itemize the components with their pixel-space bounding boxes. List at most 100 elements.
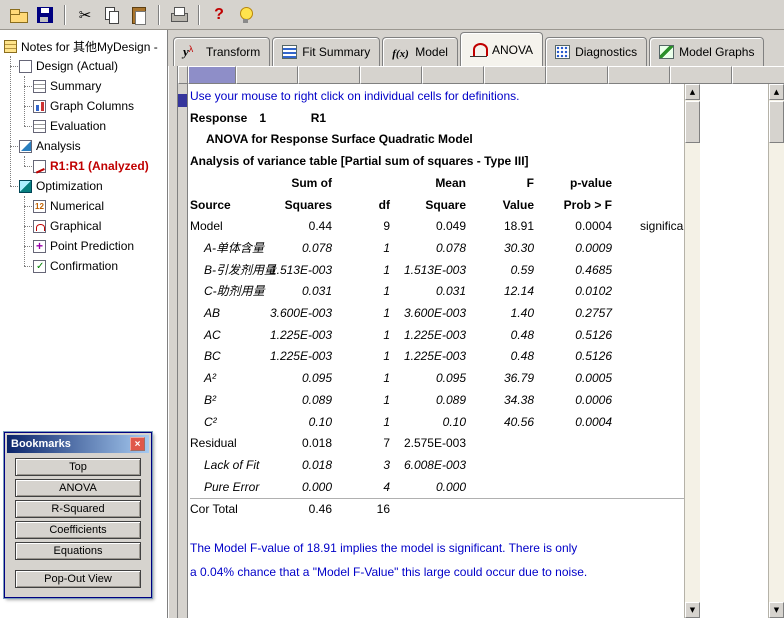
tab-fit-summary[interactable]: Fit Summary xyxy=(272,37,381,66)
tree-item-analysis[interactable]: Analysis xyxy=(0,136,167,156)
cell-f[interactable]: 0.59 xyxy=(466,260,534,282)
cell-note[interactable] xyxy=(612,433,684,455)
cell-ms[interactable]: 3.600E-003 xyxy=(390,303,466,325)
cell-source[interactable]: AC xyxy=(190,325,250,347)
cell-note[interactable] xyxy=(612,455,684,477)
tab-model[interactable]: Model xyxy=(382,37,458,66)
cell-ss[interactable]: 0.10 xyxy=(250,412,332,434)
anova-table-row[interactable]: A-单体含量 0.078 1 0.078 30.30 0.0009 xyxy=(190,238,684,260)
anova-table-row[interactable]: B-引发剂用量 1.513E-003 1 1.513E-003 0.59 0.4685 xyxy=(190,260,684,282)
anova-table-row[interactable]: Residual 0.018 7 2.575E-003 xyxy=(190,433,684,455)
cell-ms[interactable]: 2.575E-003 xyxy=(390,433,466,455)
cell-ms[interactable] xyxy=(390,498,466,522)
anova-table-row[interactable]: AC 1.225E-003 1 1.225E-003 0.48 0.5126 xyxy=(190,325,684,347)
cell-ss[interactable]: 0.095 xyxy=(250,368,332,390)
tab-anova[interactable]: ANOVA xyxy=(459,32,544,66)
cell-f[interactable] xyxy=(466,433,534,455)
cell-note[interactable] xyxy=(612,477,684,499)
tab-diagnostics[interactable]: Diagnostics xyxy=(545,37,648,66)
anova-table-row[interactable]: C-助剂用量 0.031 1 0.031 12.14 0.0102 xyxy=(190,281,684,303)
tree-item-graphical[interactable]: Graphical xyxy=(0,216,167,236)
help-icon[interactable] xyxy=(207,3,231,27)
cell-p[interactable]: 0.0004 xyxy=(534,412,612,434)
cell-ss[interactable]: 1.225E-003 xyxy=(250,346,332,368)
cell-df[interactable]: 1 xyxy=(332,238,390,260)
scrollbar-thumb[interactable] xyxy=(685,101,700,143)
tree-item-evaluation[interactable]: Evaluation xyxy=(0,116,167,136)
cut-icon[interactable] xyxy=(73,3,97,27)
cell-source[interactable]: B-引发剂用量 xyxy=(190,260,276,282)
save-icon[interactable] xyxy=(33,3,57,27)
grid-column-header[interactable] xyxy=(608,66,670,84)
open-icon[interactable] xyxy=(6,3,30,27)
cell-df[interactable]: 1 xyxy=(332,412,390,434)
cell-source[interactable]: AB xyxy=(190,303,250,325)
cell-df[interactable]: 1 xyxy=(332,346,390,368)
grid-column-header[interactable] xyxy=(298,66,360,84)
cell-df[interactable]: 1 xyxy=(332,303,390,325)
cell-ms[interactable]: 0.10 xyxy=(390,412,466,434)
cell-source[interactable]: BC xyxy=(190,346,250,368)
report-scrollbar[interactable] xyxy=(684,84,700,618)
grid-column-header[interactable] xyxy=(188,66,236,84)
cell-source[interactable]: C² xyxy=(190,412,250,434)
scroll-down-icon[interactable] xyxy=(769,602,784,618)
cell-p[interactable] xyxy=(534,455,612,477)
bookmarks-title-bar[interactable]: Bookmarks xyxy=(7,435,149,453)
cell-ss[interactable]: 0.018 xyxy=(250,433,332,455)
cell-p[interactable] xyxy=(534,433,612,455)
cell-source[interactable]: Pure Error xyxy=(190,477,259,499)
cell-ss[interactable]: 0.46 xyxy=(250,498,332,522)
grid-column-header[interactable] xyxy=(546,66,608,84)
cell-p[interactable]: 0.0005 xyxy=(534,368,612,390)
cell-f[interactable]: 12.14 xyxy=(466,281,534,303)
scroll-down-icon[interactable] xyxy=(685,602,700,618)
cell-note[interactable]: significant xyxy=(612,216,693,238)
cell-df[interactable]: 16 xyxy=(332,498,390,522)
cell-source[interactable]: Model xyxy=(190,216,250,238)
anova-table-row[interactable]: B² 0.089 1 0.089 34.38 0.0006 xyxy=(190,390,684,412)
paste-icon[interactable] xyxy=(127,3,151,27)
cell-ss[interactable]: 1.225E-003 xyxy=(250,325,332,347)
cell-ms[interactable]: 1.225E-003 xyxy=(390,325,466,347)
cell-p[interactable]: 0.0102 xyxy=(534,281,612,303)
cell-ms[interactable]: 0.078 xyxy=(390,238,466,260)
scroll-up-icon[interactable] xyxy=(769,84,784,100)
anova-table-row[interactable]: Model 0.44 9 0.049 18.91 0.0004 significant xyxy=(190,216,693,238)
cell-note[interactable] xyxy=(612,368,684,390)
cell-source[interactable]: B² xyxy=(190,390,250,412)
cell-p[interactable] xyxy=(534,498,612,522)
cell-f[interactable]: 40.56 xyxy=(466,412,534,434)
tree-item-optimization[interactable]: Optimization xyxy=(0,176,167,196)
cell-ms[interactable]: 0.049 xyxy=(390,216,466,238)
cell-f[interactable] xyxy=(466,477,534,499)
cell-p[interactable]: 0.0009 xyxy=(534,238,612,260)
anova-table-row[interactable]: C² 0.10 1 0.10 40.56 0.0004 xyxy=(190,412,684,434)
cell-f[interactable]: 30.30 xyxy=(466,238,534,260)
cell-note[interactable] xyxy=(612,303,684,325)
cell-source[interactable]: C-助剂用量 xyxy=(190,281,265,303)
cell-p[interactable] xyxy=(534,477,612,499)
cell-ss[interactable]: 0.44 xyxy=(250,216,332,238)
cell-ms[interactable]: 0.031 xyxy=(390,281,466,303)
anova-table-row[interactable]: AB 3.600E-003 1 3.600E-003 1.40 0.2757 xyxy=(190,303,684,325)
tree-item-design-actual[interactable]: Design (Actual) xyxy=(0,56,167,76)
cell-df[interactable]: 1 xyxy=(332,281,390,303)
anova-table-row[interactable]: Pure Error 0.000 4 0.000 xyxy=(190,477,684,499)
bookmark-button-equations[interactable]: Equations xyxy=(15,542,141,560)
grid-column-header[interactable] xyxy=(236,66,298,84)
grid-corner-cell[interactable] xyxy=(178,66,188,84)
cell-note[interactable] xyxy=(612,260,684,282)
cell-df[interactable]: 4 xyxy=(332,477,390,499)
tips-icon[interactable] xyxy=(234,3,258,27)
cell-source[interactable]: Lack of Fit xyxy=(190,455,259,477)
cell-source[interactable]: A-单体含量 xyxy=(190,238,264,260)
scrollbar-thumb[interactable] xyxy=(769,101,784,143)
cell-df[interactable]: 1 xyxy=(332,325,390,347)
bookmark-button-top[interactable]: Top xyxy=(15,458,141,476)
tree-item-graph-columns[interactable]: Graph Columns xyxy=(0,96,167,116)
window-scrollbar[interactable] xyxy=(768,84,784,618)
cell-df[interactable]: 7 xyxy=(332,433,390,455)
print-icon[interactable] xyxy=(167,3,191,27)
tree-item-numerical[interactable]: Numerical xyxy=(0,196,167,216)
